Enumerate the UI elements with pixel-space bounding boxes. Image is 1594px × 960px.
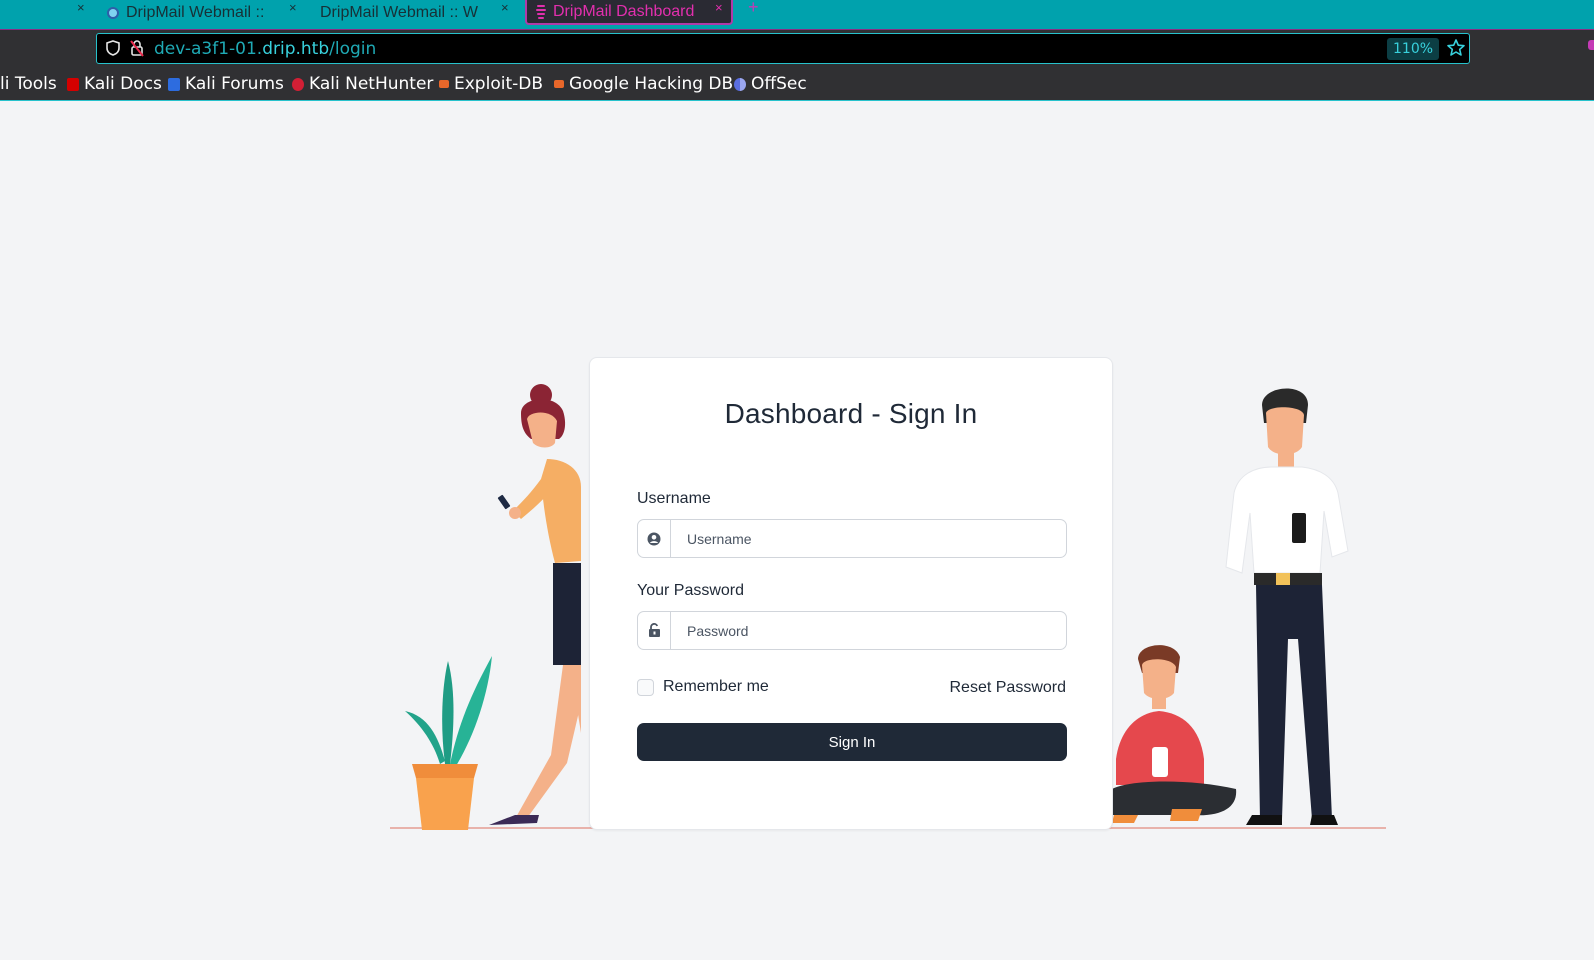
signin-card: Dashboard - Sign In Username Your Passwo… — [589, 357, 1113, 830]
page-title: Dashboard - Sign In — [724, 398, 978, 429]
bookmark-label: li Tools — [0, 74, 57, 94]
bookmark-google-hacking-db[interactable]: Google Hacking DB — [554, 74, 733, 94]
bookmark-star-icon[interactable] — [1446, 38, 1466, 58]
bookmark-exploit-db[interactable]: Exploit-DB — [439, 74, 543, 94]
insecure-lock-icon[interactable] — [130, 39, 144, 57]
username-input[interactable] — [671, 520, 1066, 557]
tab-dripmail-webmail-1[interactable]: DripMail Webmail :: × — [107, 0, 303, 25]
user-icon — [638, 520, 671, 557]
exploit-db-icon — [439, 80, 449, 88]
offsec-icon — [734, 77, 746, 91]
bookmark-kali-nethunter[interactable]: Kali NetHunter — [292, 74, 433, 94]
ghdb-icon — [554, 80, 564, 88]
dripmail-favicon — [107, 6, 119, 19]
url-prefix: dev-a3f1-01. — [154, 39, 263, 59]
bookmark-label: Kali NetHunter — [309, 74, 434, 94]
tab-close-icon[interactable]: × — [715, 0, 723, 15]
shield-icon[interactable] — [106, 40, 120, 56]
remember-me-label: Remember me — [663, 678, 769, 695]
checkbox-box[interactable] — [637, 678, 654, 696]
bookmarks-bar: li Tools Kali Docs Kali Forums Kali NetH… — [0, 70, 1594, 101]
url-host: drip.htb — [262, 39, 330, 59]
signin-button[interactable]: Sign In — [637, 723, 1067, 761]
reset-password-link[interactable]: Reset Password — [950, 679, 1067, 697]
username-field — [637, 519, 1067, 558]
bookmark-kali-forums[interactable]: Kali Forums — [168, 74, 284, 94]
password-label: Your Password — [637, 582, 745, 599]
password-field — [637, 611, 1067, 650]
username-label: Username — [637, 490, 711, 507]
bookmark-label: Kali Docs — [84, 74, 162, 94]
sitting-boy-illustration — [1112, 645, 1237, 823]
tab-dripmail-webmail-2[interactable]: DripMail Webmail :: W × — [320, 0, 512, 25]
kali-nethunter-icon — [292, 77, 304, 91]
plant-illustration — [405, 656, 492, 830]
close-icon[interactable]: × — [77, 0, 85, 15]
bookmark-label: Google Hacking DB — [569, 74, 734, 94]
url-bar[interactable]: dev-a3f1-01.drip.htb/login 110% — [96, 33, 1470, 64]
new-tab-button[interactable]: + — [748, 0, 759, 18]
remember-me-checkbox[interactable]: Remember me — [637, 678, 769, 696]
standing-man-illustration — [1225, 388, 1349, 825]
bookmark-label: Kali Forums — [185, 74, 284, 94]
tab-close-icon[interactable]: × — [289, 0, 297, 15]
tab-dripmail-dashboard[interactable]: DripMail Dashboard × — [525, 0, 733, 25]
bookmark-label: Exploit-DB — [454, 74, 543, 94]
bookmark-label: OffSec — [751, 74, 807, 94]
nav-bar: dev-a3f1-01.drip.htb/login 110% — [0, 29, 1594, 71]
dripmail-dashboard-favicon — [536, 4, 546, 19]
bookmark-kali-docs[interactable]: Kali Docs — [67, 74, 162, 94]
login-page: Dashboard - Sign In Username Your Passwo… — [0, 101, 1594, 960]
extension-icon[interactable] — [1588, 40, 1594, 50]
unlock-icon — [638, 612, 671, 649]
tab-strip: × DripMail Webmail :: × DripMail Webmail… — [0, 0, 1594, 29]
bookmark-kali-tools[interactable]: li Tools — [0, 74, 57, 94]
kali-forums-icon — [168, 77, 180, 91]
bookmark-offsec[interactable]: OffSec — [734, 74, 807, 94]
tab-title: DripMail Webmail :: — [126, 3, 265, 21]
tab-close-icon[interactable]: × — [501, 0, 509, 15]
url-text[interactable]: dev-a3f1-01.drip.htb/login — [154, 39, 376, 59]
woman-illustration — [489, 384, 581, 825]
tab-title: DripMail Dashboard — [553, 2, 695, 20]
url-path: /login — [329, 39, 377, 59]
zoom-level-button[interactable]: 110% — [1387, 38, 1440, 60]
tab-title: DripMail Webmail :: W — [320, 3, 478, 21]
password-input[interactable] — [671, 612, 1066, 649]
kali-docs-icon — [67, 77, 79, 91]
